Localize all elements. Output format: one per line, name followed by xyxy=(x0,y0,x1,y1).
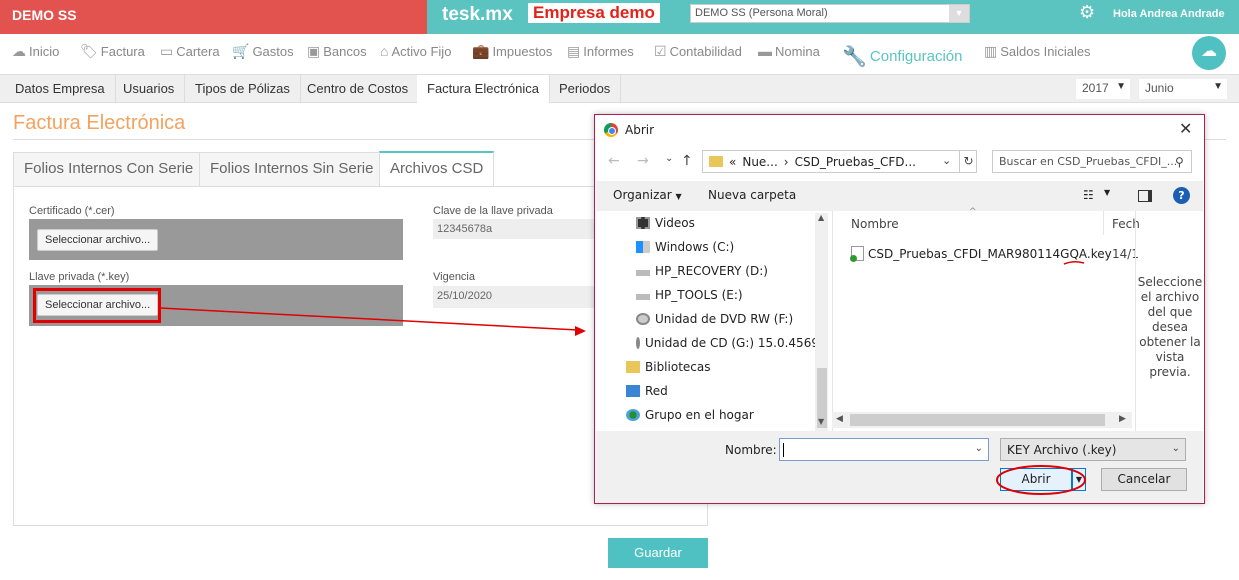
cd-icon xyxy=(636,337,640,349)
view-options-icon[interactable]: ☷ xyxy=(1083,188,1094,202)
organize-label: Organizar xyxy=(613,188,672,202)
drive-icon xyxy=(636,270,650,276)
scroll-right-icon[interactable]: ▶ xyxy=(1119,414,1126,424)
path-part[interactable]: CSD_Pruebas_CFD... xyxy=(795,155,916,169)
tree-label: HP_RECOVERY (D:) xyxy=(655,264,768,278)
tree-label: Windows (C:) xyxy=(655,240,735,254)
organize-button[interactable]: Organizar ▼ xyxy=(613,188,682,202)
back-arrow-icon[interactable]: ← xyxy=(608,153,620,169)
pane-divider xyxy=(832,211,833,431)
scroll-left-icon[interactable]: ◀ xyxy=(836,414,843,424)
dialog-toolbar: Organizar ▼ Nueva carpeta ☷ ▼ ? xyxy=(596,181,1203,211)
tree-item-videos[interactable]: Videos xyxy=(636,216,695,230)
key-file-icon xyxy=(850,246,864,262)
tree-label: HP_TOOLS (E:) xyxy=(655,288,743,302)
tree-item-windows[interactable]: Windows (C:) xyxy=(636,240,734,254)
tree-label: Videos xyxy=(655,216,695,230)
help-icon[interactable]: ? xyxy=(1173,187,1190,204)
path-separator: › xyxy=(783,154,789,169)
col-header-name[interactable]: Nombre xyxy=(851,217,899,231)
tree-scrollbar[interactable]: ▲ ▼ xyxy=(815,213,828,431)
annotation-ellipse xyxy=(996,465,1086,495)
refresh-icon[interactable]: ↻ xyxy=(959,151,977,172)
file-list-scrollbar[interactable]: ◀ ▶ xyxy=(832,412,1132,428)
video-icon xyxy=(636,217,650,229)
scroll-thumb[interactable] xyxy=(850,414,1105,426)
annotation-underline xyxy=(1063,260,1085,265)
up-arrow-icon[interactable]: ↑ xyxy=(681,153,693,169)
library-icon xyxy=(626,361,640,373)
close-icon[interactable]: ✕ xyxy=(1179,119,1192,138)
filename-label: Nombre: xyxy=(725,443,777,457)
file-name: CSD_Pruebas_CFDI_MAR980114GQA.key xyxy=(868,246,1112,261)
search-placeholder: Buscar en CSD_Pruebas_CFDI_... xyxy=(999,155,1178,168)
dialog-bottom-bar: Nombre: ⌄ KEY Archivo (.key) ⌄ Abrir ▼ C… xyxy=(596,431,1203,503)
path-bar[interactable]: « Nue... › CSD_Pruebas_CFD... xyxy=(702,150,977,173)
path-part[interactable]: Nue... xyxy=(742,155,777,169)
path-part: « xyxy=(729,154,737,169)
open-file-dialog: Abrir ✕ ← → ⌄ ↑ « Nue... › CSD_Pruebas_C… xyxy=(594,114,1205,504)
tree-item-red[interactable]: Red xyxy=(626,384,668,398)
network-icon xyxy=(626,385,640,397)
tree-item-hp-tools[interactable]: HP_TOOLS (E:) xyxy=(636,288,743,302)
chevron-down-icon[interactable]: ⌄ xyxy=(665,153,673,164)
chevron-down-icon[interactable]: ⌄ xyxy=(942,154,951,167)
filename-input[interactable]: ⌄ xyxy=(779,438,989,461)
search-input[interactable]: Buscar en CSD_Pruebas_CFDI_... xyxy=(992,150,1192,173)
windows-drive-icon xyxy=(636,241,650,253)
dvd-icon xyxy=(636,313,650,325)
tree-item-cd[interactable]: Unidad de CD (G:) 15.0.4569.15 xyxy=(636,336,816,350)
chevron-down-icon[interactable]: ⌄ xyxy=(975,443,983,454)
tree-item-bibliotecas[interactable]: Bibliotecas xyxy=(626,360,710,374)
chevron-down-icon: ▼ xyxy=(675,192,682,201)
scroll-down-icon[interactable]: ▼ xyxy=(818,417,824,426)
tree-item-hp-recovery[interactable]: HP_RECOVERY (D:) xyxy=(636,264,768,278)
new-folder-button[interactable]: Nueva carpeta xyxy=(708,188,796,202)
tree-label: Unidad de CD (G:) 15.0.4569.15 xyxy=(645,336,816,350)
file-row[interactable]: CSD_Pruebas_CFDI_MAR980114GQA.key xyxy=(850,246,1112,262)
col-divider xyxy=(1103,211,1104,235)
chevron-down-icon: ⌄ xyxy=(1171,443,1180,454)
tree-item-grupo-hogar[interactable]: Grupo en el hogar xyxy=(626,408,754,422)
folder-icon xyxy=(709,156,723,167)
text-caret xyxy=(783,443,784,457)
forward-arrow-icon[interactable]: → xyxy=(637,153,649,169)
tree-label: Grupo en el hogar xyxy=(645,408,754,422)
filetype-select[interactable]: KEY Archivo (.key) ⌄ xyxy=(1000,438,1186,461)
scroll-up-icon[interactable]: ▲ xyxy=(818,213,824,222)
tree-item-dvd[interactable]: Unidad de DVD RW (F:) xyxy=(636,312,793,326)
search-icon: ⚲ xyxy=(1175,155,1184,169)
sort-up-icon: ^ xyxy=(969,207,977,217)
tree-label: Bibliotecas xyxy=(645,360,711,374)
chrome-icon xyxy=(604,123,618,137)
dialog-title: Abrir xyxy=(625,123,655,137)
filetype-value: KEY Archivo (.key) xyxy=(1007,443,1117,457)
tree-label: Red xyxy=(645,384,668,398)
drive-icon xyxy=(636,294,650,300)
preview-pane-icon[interactable] xyxy=(1138,190,1152,202)
tree-label: Unidad de DVD RW (F:) xyxy=(655,312,794,326)
preview-message: Seleccione el archivo del que desea obte… xyxy=(1137,275,1203,379)
chevron-down-icon[interactable]: ▼ xyxy=(1104,188,1110,197)
homegroup-icon xyxy=(626,409,640,421)
cancel-button[interactable]: Cancelar xyxy=(1101,468,1187,491)
